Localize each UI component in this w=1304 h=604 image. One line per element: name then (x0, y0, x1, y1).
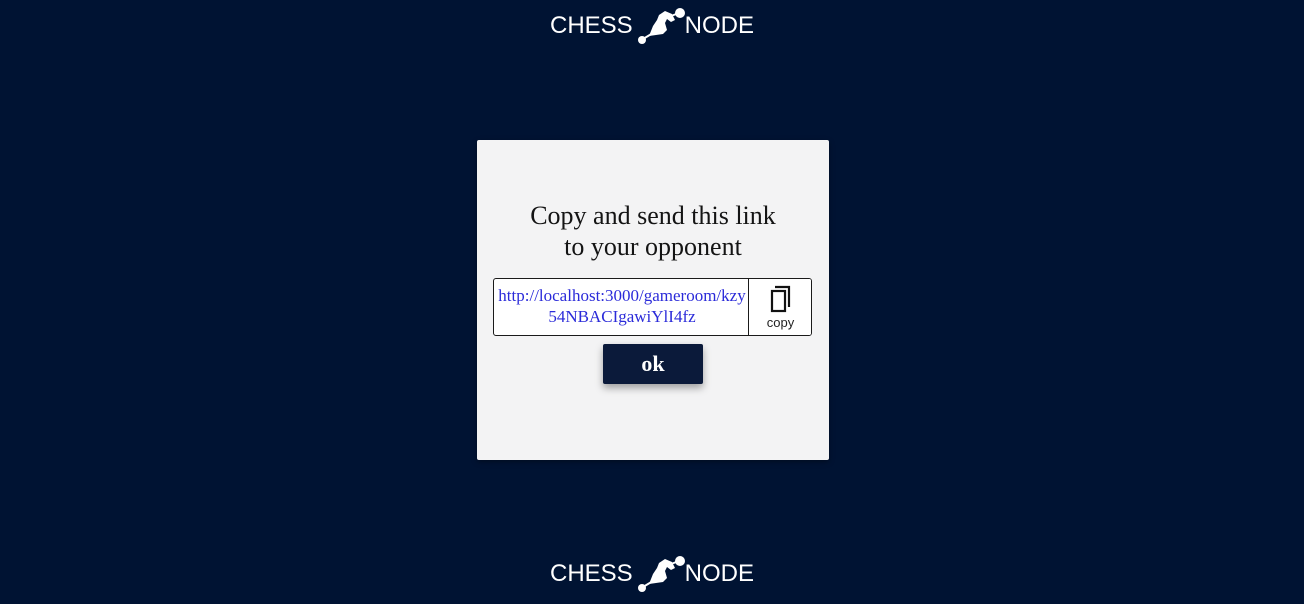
logo-text-chess: CHESS (549, 12, 633, 39)
game-link-text[interactable]: http://localhost:3000/gameroom/kzy54NBAC… (498, 285, 746, 327)
header-logo: CHESS NODE (0, 6, 1304, 46)
knight-node-icon (637, 8, 685, 44)
game-link-field: http://localhost:3000/gameroom/kzy54NBAC… (493, 278, 812, 336)
modal-title-line1: Copy and send this link (530, 201, 776, 230)
logo-text-node: NODE (684, 560, 755, 587)
ok-button[interactable]: ok (603, 344, 703, 384)
copy-icon (770, 285, 790, 313)
share-link-modal: Copy and send this link to your opponent… (477, 140, 829, 460)
knight-node-icon (637, 556, 685, 592)
logo-text-node: NODE (684, 12, 755, 39)
footer-logo: CHESS NODE (0, 554, 1304, 594)
modal-title-line2: to your opponent (564, 232, 742, 261)
copy-button[interactable]: copy (748, 279, 811, 335)
modal-title: Copy and send this link to your opponent (477, 200, 829, 262)
logo-text-chess: CHESS (549, 560, 633, 587)
copy-label: copy (766, 315, 795, 330)
